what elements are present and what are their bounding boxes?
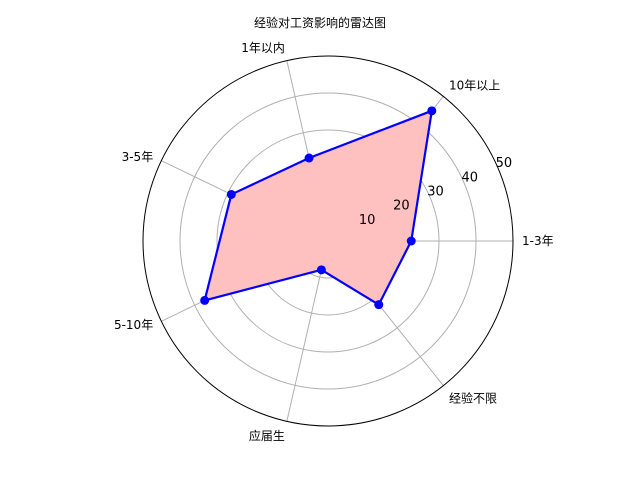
data-point bbox=[427, 106, 437, 116]
data-point bbox=[374, 300, 384, 310]
category-label: 1-3年 bbox=[522, 234, 554, 248]
chart-title: 经验对工资影响的雷达图 bbox=[254, 15, 386, 30]
data-point bbox=[226, 189, 236, 199]
radial-tick-label: 40 bbox=[461, 170, 478, 185]
category-label: 应届生 bbox=[249, 428, 285, 443]
radial-tick-label: 50 bbox=[496, 156, 513, 171]
category-label: 经验不限 bbox=[449, 391, 497, 406]
radar-svg: 经验对工资影响的雷达图 10 20 30 40 50 1-3年 10年以上 1年以内 3-5年 5… bbox=[114, 15, 554, 443]
category-label: 1年以内 bbox=[241, 41, 285, 55]
category-label: 3-5年 bbox=[122, 150, 154, 164]
data-point bbox=[304, 153, 314, 163]
category-label: 10年以上 bbox=[449, 78, 500, 92]
data-point bbox=[316, 265, 326, 275]
radial-tick-label: 30 bbox=[427, 185, 444, 200]
radial-tick-label: 10 bbox=[359, 213, 376, 228]
category-label: 5-10年 bbox=[114, 318, 153, 332]
data-point bbox=[200, 295, 210, 305]
radial-tick-label: 20 bbox=[393, 199, 410, 214]
data-point bbox=[406, 236, 416, 246]
radar-chart: 经验对工资影响的雷达图 10 20 30 40 50 1-3年 10年以上 1年以内 3-5年 5… bbox=[0, 0, 640, 480]
